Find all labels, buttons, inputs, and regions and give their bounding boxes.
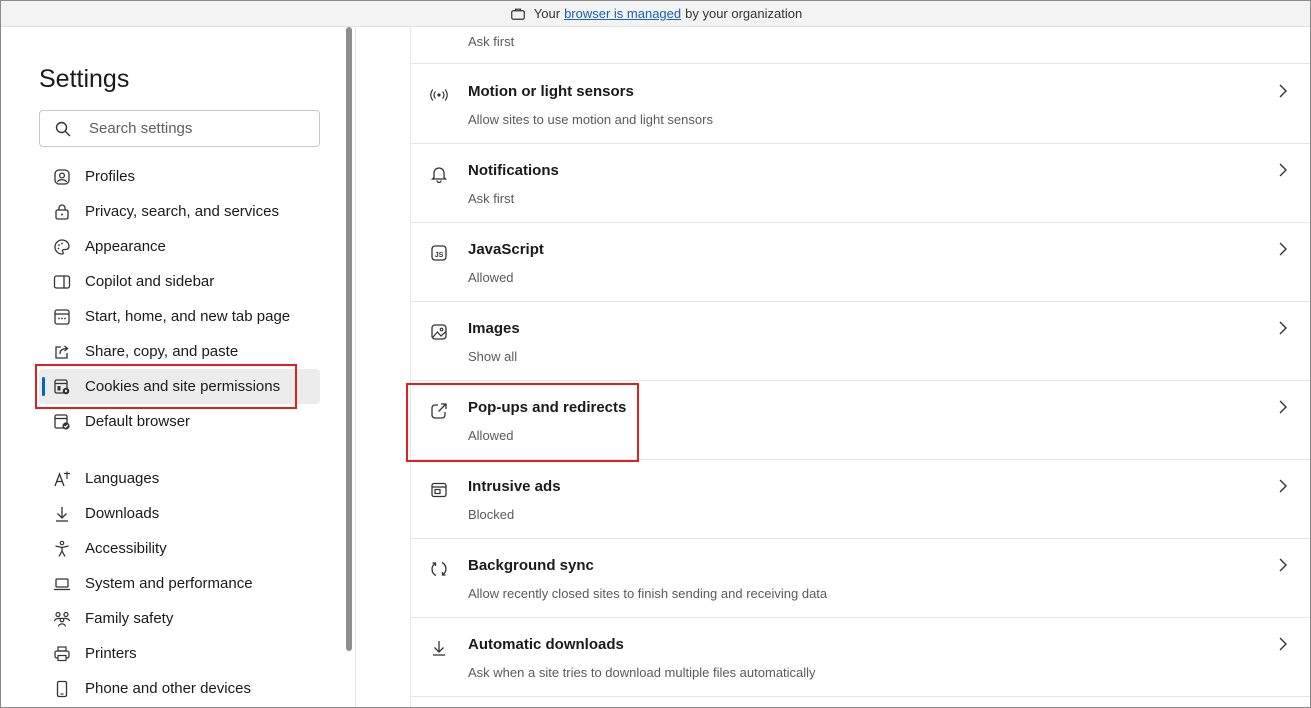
sidebar-item-profiles[interactable]: Profiles <box>39 159 320 194</box>
share-icon <box>53 343 71 361</box>
permission-row-background-sync[interactable]: Background sync Allow recently closed si… <box>411 539 1310 618</box>
lock-icon <box>53 203 71 221</box>
sidebar-item-label: Printers <box>85 645 137 662</box>
search-settings-input[interactable] <box>89 120 289 137</box>
laptop-icon <box>53 575 71 593</box>
permission-row-intrusive-ads[interactable]: Intrusive ads Blocked <box>411 460 1310 539</box>
settings-sidebar: Settings Profiles Privacy, search, and s… <box>1 27 356 707</box>
row-subtitle: Allow recently closed sites to finish se… <box>468 586 828 601</box>
accessibility-icon <box>53 540 71 558</box>
sidebar-item-label: System and performance <box>85 575 253 592</box>
sidebar-item-appearance[interactable]: Appearance <box>39 229 320 264</box>
sync-icon <box>430 560 448 578</box>
svg-text:JS: JS <box>435 252 444 259</box>
sidebar-item-label: Appearance <box>85 238 166 255</box>
search-settings-box[interactable] <box>39 110 320 147</box>
sidebar-item-label: Downloads <box>85 505 160 522</box>
annotation-highlight-popups <box>406 383 639 462</box>
chevron-right-icon <box>1279 558 1287 572</box>
sidebar-item-languages[interactable]: Languages <box>39 461 320 496</box>
chevron-right-icon <box>1279 637 1287 651</box>
sidebar-item-family[interactable]: Family safety <box>39 601 320 636</box>
sidebar-icon <box>53 273 71 291</box>
search-icon <box>55 121 71 136</box>
permission-row-images[interactable]: Images Show all <box>411 302 1310 381</box>
download-icon <box>430 639 448 657</box>
sidebar-item-label: Start, home, and new tab page <box>85 308 291 325</box>
phone-icon <box>53 680 71 698</box>
permission-row-javascript[interactable]: JS JavaScript Allowed <box>411 223 1310 302</box>
chevron-right-icon <box>1279 84 1287 98</box>
row-subtitle: Allow sites to use motion and light sens… <box>468 112 713 127</box>
palette-icon <box>53 238 71 256</box>
ads-icon <box>430 481 448 499</box>
home-tab-icon <box>53 308 71 326</box>
row-subtitle: Ask when a site tries to download multip… <box>468 665 816 680</box>
javascript-icon: JS <box>430 244 448 262</box>
browser-settings-window: Your browser is managed by your organiza… <box>0 0 1311 708</box>
bell-icon <box>430 165 448 183</box>
sidebar-item-system[interactable]: System and performance <box>39 566 320 601</box>
chevron-right-icon <box>1279 163 1287 177</box>
row-subtitle: Show all <box>468 349 518 364</box>
permission-row-motion-sensors[interactable]: Motion or light sensors Allow sites to u… <box>411 65 1310 144</box>
sidebar-item-label: Privacy, search, and services <box>85 203 279 220</box>
default-browser-icon <box>53 413 71 431</box>
row-title: Motion or light sensors <box>468 83 634 100</box>
site-permissions-list: Ask first Motion or light sensors Allow … <box>410 27 1310 707</box>
row-subtitle: Blocked <box>468 507 515 522</box>
sensor-icon <box>430 86 448 104</box>
sidebar-item-label: Accessibility <box>85 540 167 557</box>
row-title: Background sync <box>468 557 594 574</box>
row-title: Intrusive ads <box>468 478 561 495</box>
printer-icon <box>53 645 71 663</box>
image-icon <box>430 323 448 341</box>
sidebar-item-default-browser[interactable]: Default browser <box>39 404 320 439</box>
sidebar-item-label: Family safety <box>85 610 174 627</box>
download-icon <box>53 505 71 523</box>
permission-row-automatic-downloads[interactable]: Automatic downloads Ask when a site trie… <box>411 618 1310 697</box>
row-title: Notifications <box>468 162 559 179</box>
sidebar-item-phone[interactable]: Phone and other devices <box>39 671 320 706</box>
sidebar-scrollbar[interactable] <box>346 27 352 651</box>
row-title: Images <box>468 320 520 337</box>
sidebar-item-label: Phone and other devices <box>85 680 251 697</box>
row-title: Automatic downloads <box>468 636 624 653</box>
settings-nav-group-2: Languages Downloads Accessibility System… <box>39 461 320 706</box>
sidebar-item-label: Default browser <box>85 413 191 430</box>
row-subtitle: Ask first <box>468 191 515 206</box>
sidebar-item-printers[interactable]: Printers <box>39 636 320 671</box>
settings-title: Settings <box>39 65 130 93</box>
chevron-right-icon <box>1279 321 1287 335</box>
chevron-right-icon <box>1279 479 1287 493</box>
row-title: JavaScript <box>468 241 544 258</box>
sidebar-item-copilot[interactable]: Copilot and sidebar <box>39 264 320 299</box>
chevron-right-icon <box>1279 242 1287 256</box>
permission-row-notifications[interactable]: Notifications Ask first <box>411 144 1310 223</box>
row-subtitle: Allowed <box>468 270 514 285</box>
family-icon <box>53 610 71 628</box>
sidebar-item-label: Profiles <box>85 168 136 185</box>
sidebar-item-privacy[interactable]: Privacy, search, and services <box>39 194 320 229</box>
profile-icon <box>53 168 71 186</box>
sidebar-item-start-home[interactable]: Start, home, and new tab page <box>39 299 320 334</box>
languages-icon <box>53 470 71 488</box>
sidebar-item-downloads[interactable]: Downloads <box>39 496 320 531</box>
annotation-highlight-cookies <box>35 364 297 409</box>
chevron-right-icon <box>1279 400 1287 414</box>
sidebar-item-label: Share, copy, and paste <box>85 343 239 360</box>
sidebar-item-label: Copilot and sidebar <box>85 273 215 290</box>
partial-row <box>411 1 1310 64</box>
sidebar-item-label: Languages <box>85 470 160 487</box>
sidebar-item-accessibility[interactable]: Accessibility <box>39 531 320 566</box>
